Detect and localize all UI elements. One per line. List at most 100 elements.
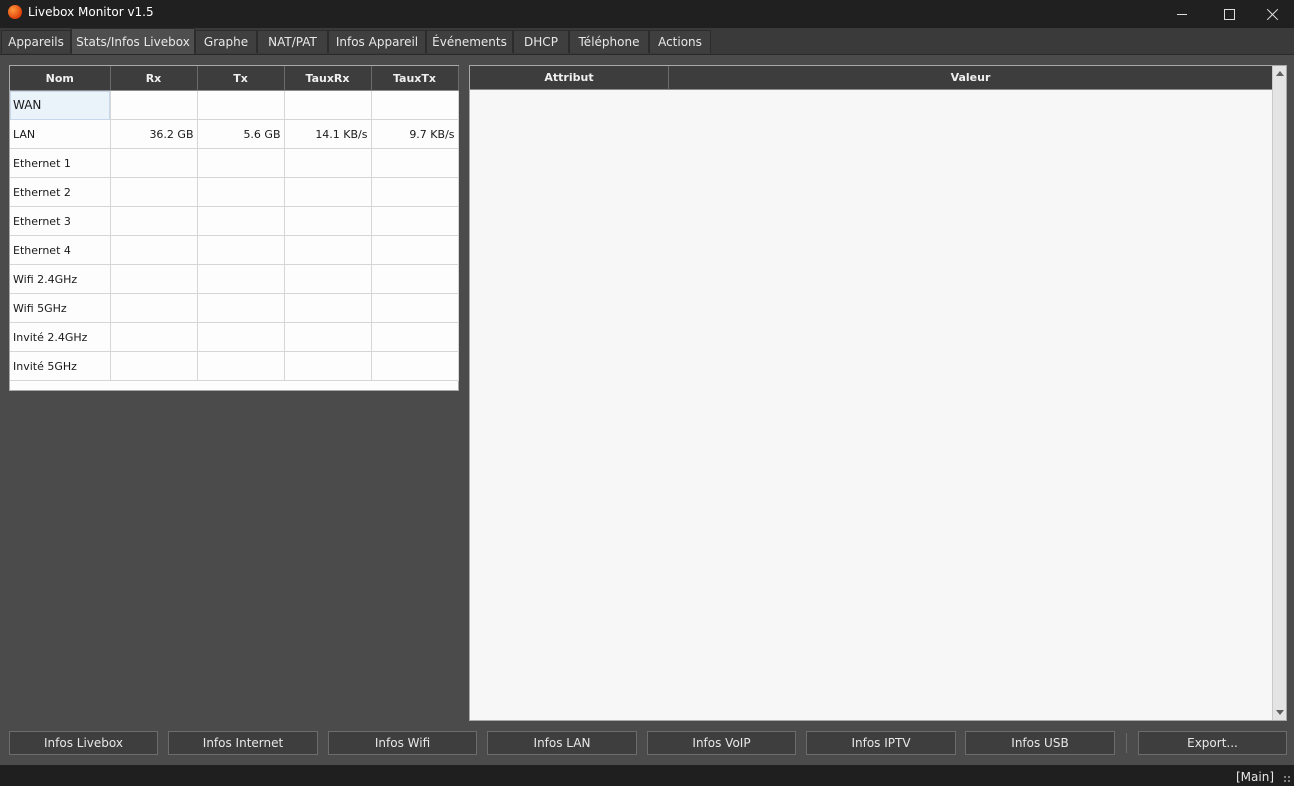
button-separator (1126, 733, 1127, 753)
cell-tauxrx[interactable] (284, 293, 372, 323)
infos-wifi-button[interactable]: Infos Wifi (328, 731, 477, 755)
minimize-icon (1177, 13, 1187, 15)
cell-tauxtx[interactable] (371, 206, 459, 236)
window-title: Livebox Monitor v1.5 (28, 5, 154, 19)
column-header-tauxtx[interactable]: TauxTx (371, 66, 459, 91)
tab-graphe[interactable]: Graphe (195, 30, 257, 53)
infos-iptv-button[interactable]: Infos IPTV (806, 731, 956, 755)
cell-tauxtx[interactable] (371, 177, 459, 207)
cell-rx[interactable] (110, 148, 198, 178)
cell-tauxrx[interactable] (284, 264, 372, 294)
infos-lan-button[interactable]: Infos LAN (487, 731, 637, 755)
cell-tx[interactable] (197, 148, 285, 178)
cell-tauxtx[interactable] (371, 264, 459, 294)
table-row[interactable]: Ethernet 4 (10, 235, 459, 265)
cell-name[interactable]: Ethernet 2 (10, 177, 111, 207)
table-row[interactable]: Wifi 2.4GHz (10, 264, 459, 294)
tab-actions[interactable]: Actions (649, 30, 711, 53)
cell-tauxrx[interactable] (284, 235, 372, 265)
table-row[interactable]: Ethernet 2 (10, 177, 459, 207)
table-row[interactable]: Ethernet 3 (10, 206, 459, 236)
cell-rx[interactable] (110, 177, 198, 207)
minimize-button[interactable] (1159, 0, 1205, 28)
cell-tauxrx[interactable] (284, 322, 372, 352)
cell-name[interactable]: Ethernet 3 (10, 206, 111, 236)
cell-tauxtx[interactable] (371, 322, 459, 352)
cell-tauxrx[interactable] (284, 206, 372, 236)
cell-tauxtx[interactable] (371, 148, 459, 178)
cell-name[interactable]: Invité 2.4GHz (10, 322, 111, 352)
cell-rx[interactable] (110, 206, 198, 236)
maximize-button[interactable] (1206, 0, 1252, 28)
tab-dhcp[interactable]: DHCP (513, 30, 569, 53)
close-button[interactable] (1250, 0, 1294, 28)
resize-grip-icon[interactable] (1283, 775, 1291, 783)
cell-tx[interactable] (197, 206, 285, 236)
cell-tx[interactable] (197, 264, 285, 294)
cell-tx[interactable] (197, 351, 285, 381)
column-header-valeur[interactable]: Valeur (669, 66, 1273, 90)
cell-rx[interactable] (110, 293, 198, 323)
cell-tauxtx[interactable] (371, 351, 459, 381)
infos-voip-button[interactable]: Infos VoIP (647, 731, 796, 755)
cell-tauxtx[interactable] (371, 90, 459, 120)
cell-tx[interactable] (197, 322, 285, 352)
cell-tauxrx[interactable] (284, 90, 372, 120)
attribute-header-row: Attribut Valeur (470, 66, 1273, 90)
cell-rx[interactable] (110, 322, 198, 352)
table-row[interactable]: Wifi 5GHz (10, 293, 459, 323)
cell-name[interactable]: WAN (10, 90, 111, 120)
stats-table: Nom Rx Tx TauxRx TauxTx WAN LAN 36.2 GB … (9, 65, 459, 391)
cell-tauxrx[interactable] (284, 148, 372, 178)
cell-rx[interactable] (110, 90, 198, 120)
export-button[interactable]: Export... (1138, 731, 1287, 755)
column-header-tauxrx[interactable]: TauxRx (284, 66, 372, 91)
cell-tauxrx[interactable]: 14.1 KB/s (284, 119, 372, 149)
tab-telephone[interactable]: Téléphone (569, 30, 649, 53)
scroll-down-icon[interactable] (1276, 710, 1284, 715)
cell-name[interactable]: Invité 5GHz (10, 351, 111, 381)
column-header-nom[interactable]: Nom (10, 66, 111, 91)
table-row[interactable]: WAN (10, 90, 459, 120)
tab-appareils[interactable]: Appareils (1, 30, 71, 53)
column-header-attribut[interactable]: Attribut (470, 66, 669, 90)
cell-rx[interactable] (110, 235, 198, 265)
cell-tx[interactable] (197, 90, 285, 120)
cell-name[interactable]: Ethernet 1 (10, 148, 111, 178)
cell-tauxrx[interactable] (284, 177, 372, 207)
attribute-table: Attribut Valeur (469, 65, 1287, 721)
table-row[interactable]: Ethernet 1 (10, 148, 459, 178)
column-header-tx[interactable]: Tx (197, 66, 285, 91)
cell-tauxtx[interactable] (371, 235, 459, 265)
table-row[interactable]: Invité 5GHz (10, 351, 459, 381)
cell-rx[interactable] (110, 264, 198, 294)
tab-evenements[interactable]: Événements (426, 30, 513, 53)
infos-internet-button[interactable]: Infos Internet (168, 731, 318, 755)
tab-infos-appareil[interactable]: Infos Appareil (328, 30, 426, 53)
cell-tauxrx[interactable] (284, 351, 372, 381)
table-row[interactable]: Invité 2.4GHz (10, 322, 459, 352)
tab-stats-infos-livebox[interactable]: Stats/Infos Livebox (71, 28, 195, 54)
cell-name[interactable]: Ethernet 4 (10, 235, 111, 265)
infos-usb-button[interactable]: Infos USB (965, 731, 1115, 755)
cell-name[interactable]: Wifi 5GHz (10, 293, 111, 323)
cell-tx[interactable] (197, 235, 285, 265)
cell-name[interactable]: Wifi 2.4GHz (10, 264, 111, 294)
table-row[interactable]: LAN 36.2 GB 5.6 GB 14.1 KB/s 9.7 KB/s (10, 119, 459, 149)
maximize-icon (1223, 8, 1235, 20)
scroll-up-icon[interactable] (1276, 71, 1284, 76)
tab-bar: Appareils Stats/Infos Livebox Graphe NAT… (0, 28, 1294, 55)
vertical-scrollbar[interactable] (1272, 66, 1286, 720)
close-icon (1267, 8, 1279, 20)
tab-nat-pat[interactable]: NAT/PAT (257, 30, 328, 53)
cell-tauxtx[interactable]: 9.7 KB/s (371, 119, 459, 149)
cell-tx[interactable] (197, 177, 285, 207)
cell-rx[interactable]: 36.2 GB (110, 119, 198, 149)
cell-tx[interactable] (197, 293, 285, 323)
cell-rx[interactable] (110, 351, 198, 381)
cell-name[interactable]: LAN (10, 119, 111, 149)
cell-tx[interactable]: 5.6 GB (197, 119, 285, 149)
column-header-rx[interactable]: Rx (110, 66, 198, 91)
infos-livebox-button[interactable]: Infos Livebox (9, 731, 158, 755)
cell-tauxtx[interactable] (371, 293, 459, 323)
